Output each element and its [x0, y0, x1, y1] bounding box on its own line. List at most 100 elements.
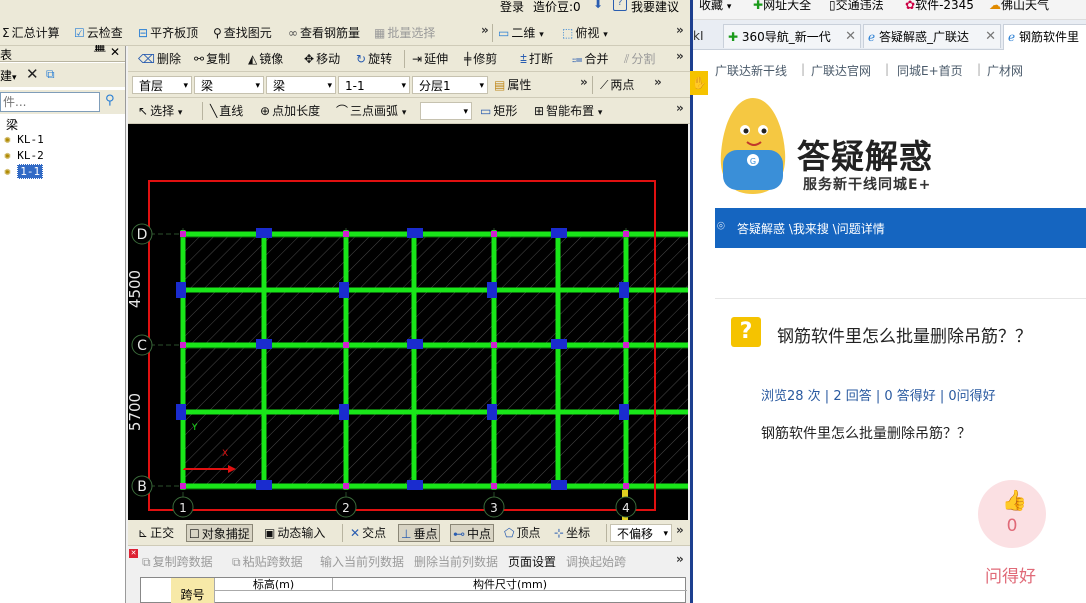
midpoint-toggle[interactable]: ⊷ 中点 [450, 524, 495, 542]
line-tool[interactable]: ╲ 直线 [210, 102, 243, 120]
arc-option-select[interactable]: ▾ [420, 102, 472, 120]
tree-root[interactable]: 梁 [6, 116, 18, 133]
find-element-button[interactable]: ⚲ 查找图元 [213, 24, 272, 42]
summary-button[interactable]: Σ 汇总计算 [2, 24, 60, 42]
suggest-link[interactable]: 我要建议 [631, 0, 679, 15]
toolbar-edit: ⌫ 删除 ⚯ 复制 ◭ 镜像 ✥ 移动 ↻ 旋转 ⇥ 延伸 ╪ 修剪 ⩲ 打断 ⩴ 合并 ⫽ 分割 … [128, 46, 690, 72]
nav-separator: | [977, 62, 982, 76]
panel-toolbar: 建▾ ✕ ⧉ [0, 63, 125, 87]
toolbar-sel-more-icon[interactable]: » [580, 75, 588, 89]
bookmark-item[interactable]: ☁佛山天气 [989, 0, 1049, 13]
cloud-check-button[interactable]: ☑ 云检查 [74, 24, 123, 42]
rect-tool[interactable]: ▭ 矩形 [480, 102, 517, 120]
close-tab-icon[interactable]: ✕ [985, 25, 996, 48]
paste-span-button[interactable]: ⧉ 粘贴跨数据 [232, 553, 303, 571]
layer-select[interactable]: 分层1 ▾ [412, 76, 488, 94]
new-button[interactable]: 建▾ [0, 67, 17, 84]
move-button[interactable]: ✥ 移动 [304, 50, 340, 68]
nav-link[interactable]: 同城E+首页 [897, 62, 963, 79]
drawing-canvas[interactable]: X Y D C B 1 2 3 4 4500 5700 [128, 124, 688, 520]
delete-button[interactable]: ⌫ 删除 [138, 50, 181, 68]
pin-panel-icon[interactable]: ᚙ [94, 46, 106, 57]
break-button[interactable]: ⩲ 打断 [520, 50, 553, 68]
swap-start-button[interactable]: 调换起始跨 [566, 553, 626, 571]
tree-item[interactable]: ✺ KL-1 [4, 133, 44, 149]
smart-layout-tool[interactable]: ⊞ 智能布置 ▾ [534, 102, 602, 120]
tree-item[interactable]: ✺ KL-2 [4, 149, 44, 165]
property-button[interactable]: ▤ 属性 [494, 76, 531, 94]
copy-icon[interactable]: ⧉ [46, 67, 55, 82]
trim-button[interactable]: ╪ 修剪 [464, 50, 497, 68]
side-badge[interactable]: ✋ [690, 71, 708, 95]
element-select[interactable]: 1-1 ▾ [338, 76, 410, 94]
split-button[interactable]: ⫽ 分割 [624, 50, 655, 68]
coordinate-toggle[interactable]: ⊹ 坐标 [554, 524, 590, 542]
tree-item-selected[interactable]: ✺ 1-1 [4, 164, 44, 181]
close-tab-icon[interactable]: ✕ [845, 25, 856, 48]
close-panel-icon[interactable]: ✕ [110, 45, 120, 59]
table-more-icon[interactable]: » [676, 552, 684, 566]
drawing-svg[interactable]: X Y D C B 1 2 3 4 4500 5700 [128, 124, 688, 520]
search-box: ⚲ [0, 90, 125, 114]
breadcrumb-text[interactable]: 答疑解惑 \我来搜 \问题详情 [737, 220, 885, 237]
nav-link[interactable]: 广材网 [987, 62, 1023, 79]
bookmarks-bar: 收藏 ▾ ✚网址大全 ▯交通违法 ✿软件-2345 ☁佛山天气 [693, 0, 1086, 20]
mirror-button[interactable]: ◭ 镜像 [248, 50, 283, 68]
bookmark-item[interactable]: 收藏 ▾ [699, 0, 731, 13]
bookmark-item[interactable]: ✿软件-2345 [905, 0, 974, 13]
subtype-select[interactable]: 梁 ▾ [266, 76, 336, 94]
close-table-icon[interactable]: ✕ [129, 549, 138, 558]
arc-tool[interactable]: ⌒ 三点画弧 ▾ [336, 102, 406, 120]
extend-button[interactable]: ⇥ 延伸 [412, 50, 448, 68]
toolbar-edit-more-icon[interactable]: » [676, 49, 684, 63]
toolbar-more2-icon[interactable]: » [676, 23, 684, 37]
question-card: ? 钢筋软件里怎么批量删除吊筋？？ 浏览28 次 | 2 回答 | 0 答得好 … [715, 298, 1086, 603]
object-snap-toggle[interactable]: ☐ 对象捕捉 [186, 524, 253, 542]
toolbar-draw-more-icon[interactable]: » [676, 101, 684, 115]
vertex-toggle[interactable]: ⬠ 顶点 [504, 524, 540, 542]
two-point-button[interactable]: ⟋ 两点 [600, 76, 634, 94]
merge-button[interactable]: ⩴ 合并 [572, 50, 609, 68]
gear-icon: ✺ [4, 133, 11, 146]
offset-select[interactable]: 不偏移 ▾ [610, 524, 672, 542]
copy-button[interactable]: ⚯ 复制 [194, 50, 230, 68]
select-tool[interactable]: ↖ 选择 ▾ [138, 102, 182, 120]
point-length-tool[interactable]: ⊕ 点加长度 [260, 102, 320, 120]
floor-select[interactable]: 首层 ▾ [132, 76, 192, 94]
copy-span-button[interactable]: ⧉ 复制跨数据 [142, 553, 213, 571]
search-input[interactable] [0, 92, 100, 112]
search-icon[interactable]: ⚲ [105, 93, 115, 108]
type-select[interactable]: 梁 ▾ [194, 76, 264, 94]
svg-text:Y: Y [191, 423, 198, 433]
batch-select-button[interactable]: ▦ 批量选择 [374, 24, 435, 42]
tab-active[interactable]: ℯ 钢筋软件里 [1003, 24, 1086, 50]
nav-link[interactable]: 广联达新干线 [715, 62, 787, 79]
ortho-toggle[interactable]: ⊾ 正交 [138, 524, 174, 542]
align-slab-button[interactable]: ⊟ 平齐板顶 [138, 24, 198, 42]
top-menu-strip: 登录 造价豆:0 ⬇ ? 我要建议 [0, 0, 690, 20]
tab-navigation[interactable]: ✚ 360导航_新一代 ✕ [723, 24, 861, 48]
delete-column-button[interactable]: 删除当前列数据 [414, 553, 498, 571]
rotate-button[interactable]: ↻ 旋转 [356, 50, 392, 68]
perpendicular-toggle[interactable]: ⊥ 垂点 [398, 524, 441, 542]
view-dir-select[interactable]: ⬚ 俯视 ▾ [562, 24, 608, 42]
nav-link[interactable]: 广联达官网 [811, 62, 871, 79]
input-column-button[interactable]: 输入当前列数据 [320, 553, 404, 571]
bookmark-item[interactable]: ✚网址大全 [753, 0, 811, 13]
dynamic-input-toggle[interactable]: ▣ 动态输入 [264, 524, 325, 542]
delete-icon[interactable]: ✕ [26, 65, 39, 83]
like-button[interactable]: 👍 0 [978, 480, 1046, 548]
view-rebar-button[interactable]: ∞ 查看钢筋量 [288, 24, 360, 42]
view-mode-select[interactable]: ▭ 二维 ▾ [498, 24, 544, 42]
toolbar-sel-more2-icon[interactable]: » [654, 75, 662, 89]
login-link[interactable]: 登录 [500, 0, 524, 15]
bookmark-item[interactable]: ▯交通违法 [829, 0, 884, 13]
tab-overflow[interactable]: kI [693, 24, 704, 48]
snap-more-icon[interactable]: » [676, 523, 684, 537]
logo-mascot[interactable]: G [713, 94, 793, 198]
intersection-toggle[interactable]: ✕ 交点 [350, 524, 386, 542]
page-setup-button[interactable]: 页面设置 [508, 553, 556, 571]
tab-qa[interactable]: ℯ 答疑解惑_广联达 ✕ [863, 24, 1001, 48]
pin-icon[interactable]: ⬇ [593, 0, 603, 11]
toolbar-more-icon[interactable]: » [481, 23, 489, 37]
